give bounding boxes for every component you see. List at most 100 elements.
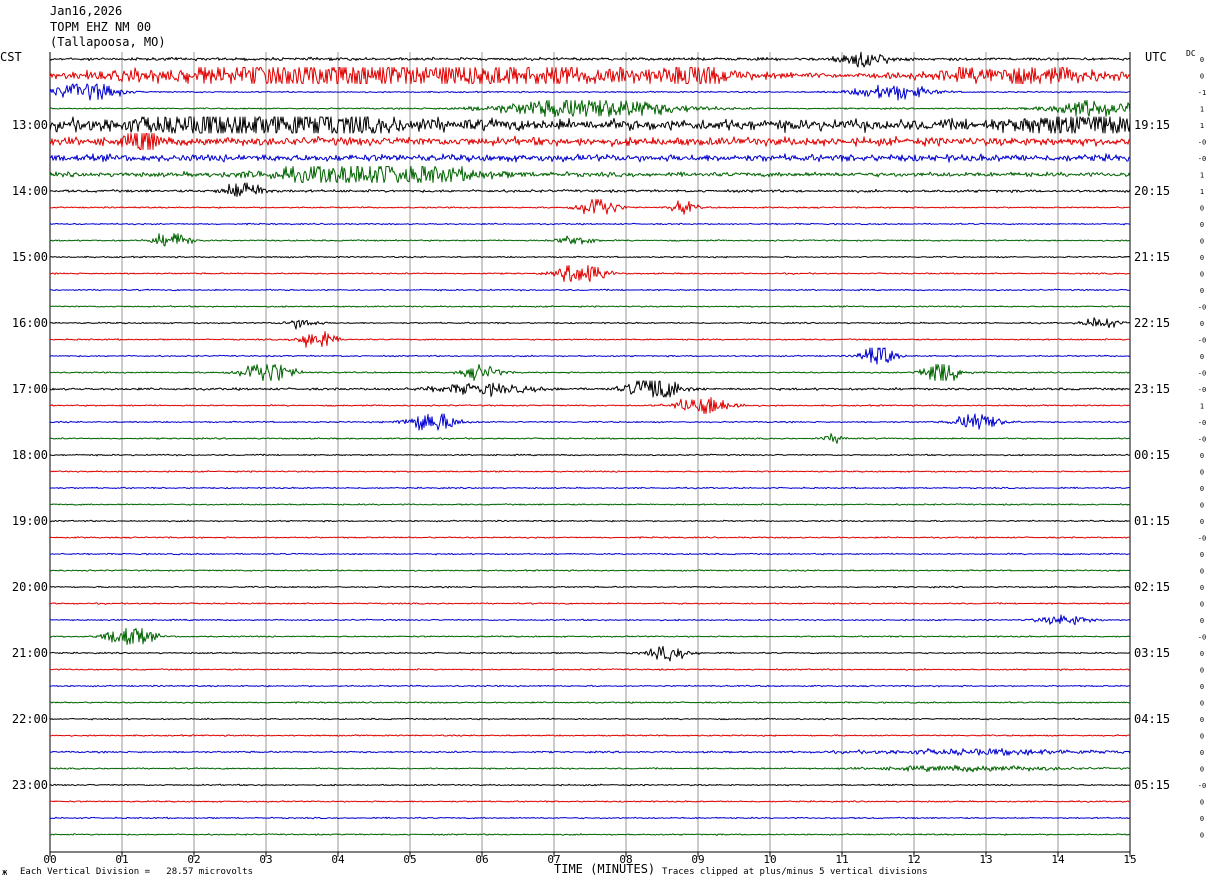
trace-line-black <box>49 182 1131 197</box>
right-time-label: 00:15 <box>1134 448 1170 462</box>
left-time-label: 15:00 <box>12 250 48 264</box>
dc-offset-label: 0 <box>1200 700 1204 708</box>
trace-line-blue <box>49 816 1131 820</box>
trace-line-blue <box>49 222 1131 226</box>
trace-line-red <box>49 668 1131 671</box>
right-time-label: 23:15 <box>1134 382 1170 396</box>
trace-line-black <box>49 717 1131 721</box>
dc-offset-label: 1 <box>1200 106 1204 114</box>
dc-offset-label: 0 <box>1200 667 1204 675</box>
left-time-label: 20:00 <box>12 580 48 594</box>
trace-line-green <box>49 100 1131 117</box>
x-tick-label: 13 <box>979 853 992 866</box>
x-tick-label: 14 <box>1051 853 1065 866</box>
trace-line-black <box>49 255 1131 259</box>
trace-line-black <box>49 116 1131 134</box>
dc-offset-label: -0 <box>1198 386 1206 394</box>
trace-line-red <box>50 397 1131 414</box>
trace-line-green <box>49 628 1131 645</box>
dc-offset-label: 0 <box>1200 254 1204 262</box>
dc-offset-label: 1 <box>1200 403 1204 411</box>
dc-offset-label: -0 <box>1198 155 1206 163</box>
trace-line-green <box>49 503 1131 506</box>
left-time-label: 16:00 <box>12 316 48 330</box>
trace-line-black <box>49 783 1131 787</box>
trace-line-green <box>49 364 1130 381</box>
trace-line-red <box>49 199 1131 215</box>
trace-line-blue <box>49 288 1130 292</box>
trace-line-blue <box>49 684 1130 688</box>
trace-line-black <box>49 645 1131 662</box>
dc-offset-label: 0 <box>1200 320 1204 328</box>
dc-offset-label: 0 <box>1200 749 1204 757</box>
trace-line-blue <box>50 748 1131 756</box>
trace-line-red <box>49 536 1131 539</box>
x-tick-label: 11 <box>835 853 848 866</box>
dc-offset-label: 0 <box>1200 683 1204 691</box>
clip-note: Traces clipped at plus/minus 5 vertical … <box>662 867 928 877</box>
trace-line-green <box>49 233 1131 247</box>
dc-offset-label: -1 <box>1198 89 1206 97</box>
trace-line-blue <box>49 614 1131 626</box>
dc-offset-label: 0 <box>1200 799 1204 807</box>
trace-line-green <box>49 433 1131 444</box>
dc-offset-label: -0 <box>1198 304 1206 312</box>
trace-line-red <box>49 133 1131 150</box>
dc-offset-label: -0 <box>1198 634 1206 642</box>
trace-line-green <box>49 764 1131 773</box>
left-time-label: 21:00 <box>12 646 48 660</box>
dc-offset-label: -0 <box>1198 139 1206 147</box>
trace-line-green <box>49 701 1131 704</box>
x-tick-label: 05 <box>403 853 416 866</box>
dc-offset-label: 0 <box>1200 485 1204 493</box>
dc-offset-label: 0 <box>1200 271 1204 279</box>
dc-offset-label: 0 <box>1200 617 1204 625</box>
x-tick-label: 09 <box>691 853 704 866</box>
dc-offset-label: 0 <box>1200 815 1204 823</box>
dc-offset-label: 0 <box>1200 584 1204 592</box>
trace-line-red <box>50 470 1131 473</box>
x-tick-label: 12 <box>907 853 920 866</box>
x-tick-label: 03 <box>259 853 272 866</box>
dc-offset-label: 1 <box>1200 172 1204 180</box>
dc-offset-label: 0 <box>1200 238 1204 246</box>
trace-line-red <box>49 602 1131 605</box>
trace-line-black <box>49 453 1131 457</box>
right-time-label: 19:15 <box>1134 118 1170 132</box>
trace-line-blue <box>49 83 1131 101</box>
trace-line-black <box>49 519 1130 523</box>
dc-offset-label: 0 <box>1200 205 1204 213</box>
dc-offset-label: -0 <box>1198 535 1206 543</box>
trace-line-red <box>49 800 1131 803</box>
dc-offset-label: -0 <box>1198 370 1206 378</box>
right-time-label: 21:15 <box>1134 250 1170 264</box>
corner-mark: ж <box>2 868 8 878</box>
dc-offset-label: 0 <box>1200 650 1204 658</box>
dc-offset-label: 0 <box>1200 56 1204 64</box>
right-time-label: 20:15 <box>1134 184 1170 198</box>
x-tick-label: 02 <box>187 853 200 866</box>
x-axis-title: TIME (MINUTES) <box>554 862 656 876</box>
trace-line-blue <box>49 413 1131 431</box>
dc-offset-label: 0 <box>1200 766 1204 774</box>
dc-offset-label: 1 <box>1200 188 1204 196</box>
x-tick-label: 01 <box>115 853 128 866</box>
left-time-label: 19:00 <box>12 514 48 528</box>
right-time-label: 05:15 <box>1134 778 1170 792</box>
trace-line-green <box>49 305 1131 308</box>
trace-line-blue <box>49 347 1131 365</box>
trace-line-red <box>49 265 1130 282</box>
left-time-label: 22:00 <box>12 712 48 726</box>
dc-offset-label: -0 <box>1198 419 1206 427</box>
dc-offset-label: 0 <box>1200 502 1204 510</box>
trace-line-blue <box>49 486 1131 490</box>
dc-offset-label: -0 <box>1198 782 1206 790</box>
helicorder-plot: 00 01 02 03 04 05 06 07 08 09 10 11 12 13 14 1500-111-0… <box>12 51 1206 866</box>
dc-offset-label: 0 <box>1200 353 1204 361</box>
trace-line-black <box>49 317 1131 330</box>
left-time-label: 14:00 <box>12 184 48 198</box>
left-time-label: 17:00 <box>12 382 48 396</box>
right-time-label: 02:15 <box>1134 580 1170 594</box>
x-tick-label: 00 <box>43 853 56 866</box>
trace-line-blue <box>49 552 1130 556</box>
